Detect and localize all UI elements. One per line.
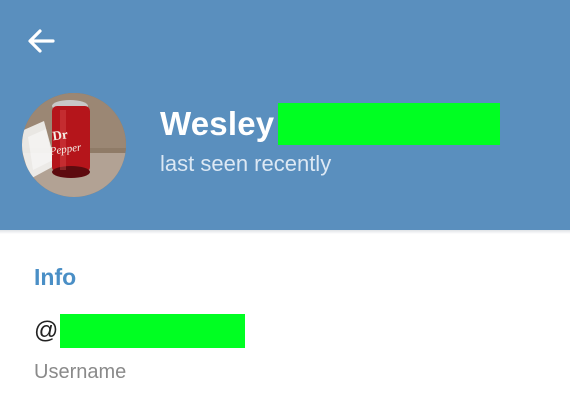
- header-shadow: [0, 230, 570, 234]
- username-redaction: [60, 314, 246, 348]
- svg-text:Dr: Dr: [51, 126, 68, 143]
- profile-header: Dr Pepper Wesley last seen recently: [0, 0, 570, 230]
- avatar[interactable]: Dr Pepper: [22, 93, 126, 197]
- name-redaction: [278, 103, 501, 145]
- back-button[interactable]: [20, 20, 62, 62]
- profile-screen: Dr Pepper Wesley last seen recently Info…: [0, 0, 570, 403]
- username-prefix: @: [34, 317, 59, 344]
- info-section-title: Info: [34, 264, 77, 290]
- username-label: Username: [34, 361, 127, 383]
- profile-name-row: Wesley: [160, 103, 501, 145]
- profile-name: Wesley: [160, 105, 275, 142]
- last-seen-status: last seen recently: [160, 151, 332, 176]
- username-value-row[interactable]: @: [34, 314, 246, 348]
- arrow-left-icon: [28, 29, 55, 53]
